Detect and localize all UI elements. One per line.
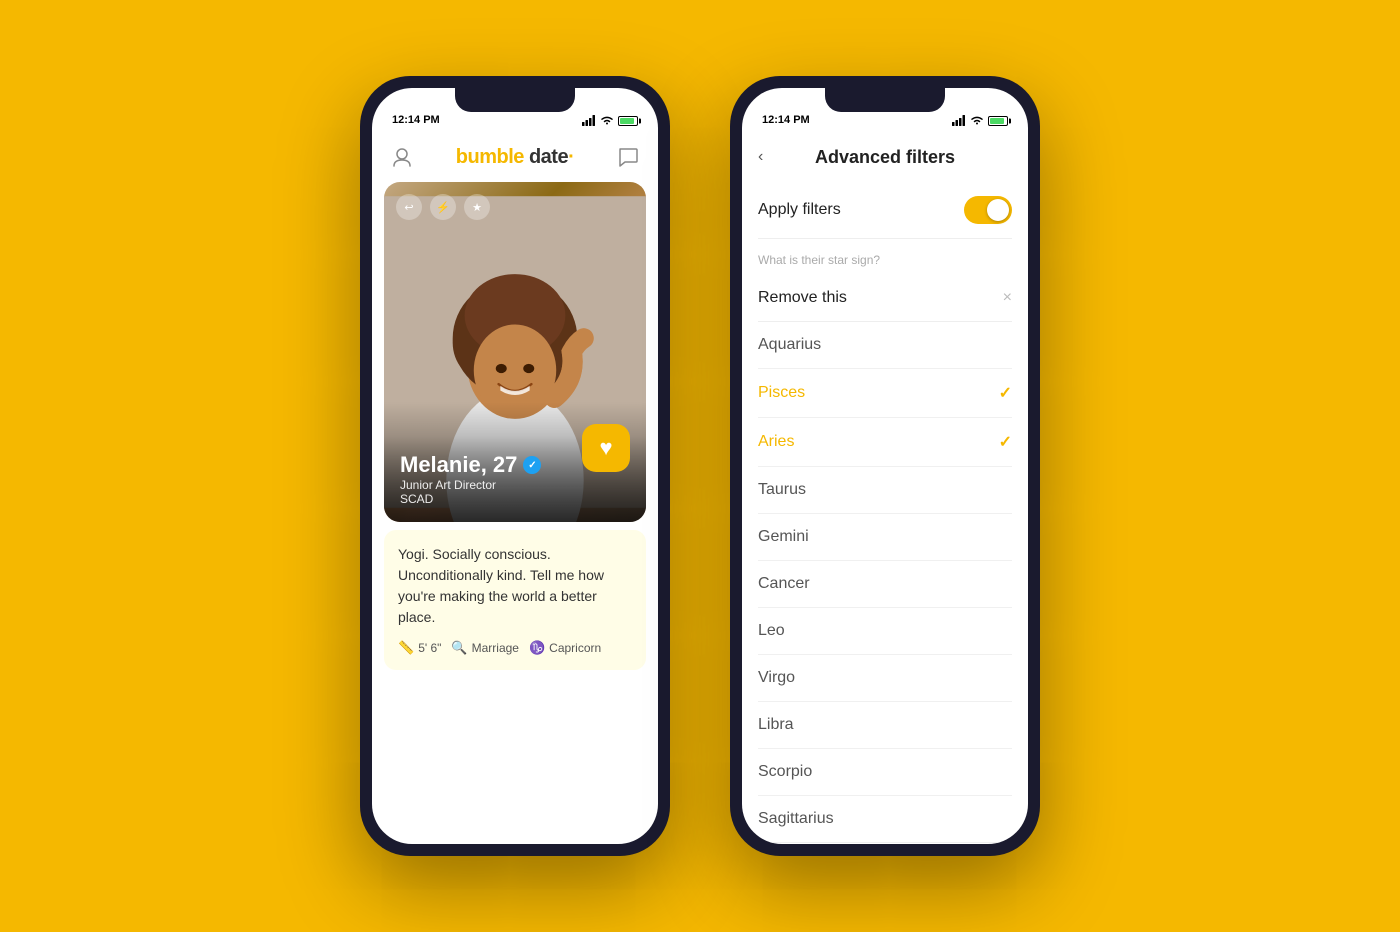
status-icons-left [582,115,638,126]
right-phone: 12:14 PM [730,76,1040,856]
verified-badge: ✓ [523,456,541,474]
wifi-icon [600,115,614,126]
wifi-icon-right [970,115,984,126]
clear-icon[interactable]: × [1003,289,1012,307]
user-icon [391,146,413,168]
bumble-logo: bumble date· [456,146,574,169]
signal-icon-right [952,115,966,126]
filter-header: ‹ Advanced filters [742,132,1028,182]
profile-job: Junior Art Director [400,478,630,492]
pisces-check-icon: ✓ [999,383,1012,403]
leo-label: Leo [758,622,785,640]
aquarius-label: Aquarius [758,336,821,354]
profile-icon[interactable] [388,143,416,171]
apply-filters-row[interactable]: Apply filters [758,182,1012,239]
taurus-label: Taurus [758,481,806,499]
time-left: 12:14 PM [392,114,440,126]
filter-title: Advanced filters [815,147,955,168]
list-item-virgo[interactable]: Virgo [758,655,1012,702]
filter-app: ‹ Advanced filters Apply filters What is… [742,132,1028,844]
list-item-pisces[interactable]: Pisces ✓ [758,369,1012,418]
battery-icon-left [618,116,638,126]
profile-school: SCAD [400,492,630,506]
apply-filters-toggle[interactable] [964,196,1012,224]
aries-label: Aries [758,433,794,451]
cancer-label: Cancer [758,575,810,593]
left-phone: 12:14 PM [360,76,670,856]
list-item-libra[interactable]: Libra [758,702,1012,749]
gemini-label: Gemini [758,528,809,546]
list-item-sagittarius[interactable]: Sagittarius [758,796,1012,843]
rewind-icon-btn[interactable]: ↩ [396,194,422,220]
list-item-aries[interactable]: Aries ✓ [758,418,1012,467]
intent-tag: 🔍 Marriage [451,640,519,656]
boost-icon-btn[interactable]: ⚡ [430,194,456,220]
apply-filters-label: Apply filters [758,201,841,219]
superswipe-icon-btn[interactable]: ★ [464,194,490,220]
status-icons-right [952,115,1008,126]
height-tag: 📏 5' 6" [398,640,441,656]
time-right: 12:14 PM [762,114,810,126]
pisces-label: Pisces [758,384,805,402]
list-item-cancer[interactable]: Cancer [758,561,1012,608]
list-item-gemini[interactable]: Gemini [758,514,1012,561]
profile-tags: 📏 5' 6" 🔍 Marriage ♑ Capricorn [398,640,632,656]
battery-icon-right [988,116,1008,126]
message-icon-btn[interactable] [614,143,642,171]
profile-app: bumble date· [372,132,658,844]
virgo-label: Virgo [758,669,795,687]
scorpio-label: Scorpio [758,763,812,781]
zodiac-tag: ♑ Capricorn [529,640,601,656]
sagittarius-label: Sagittarius [758,810,834,828]
chat-icon [617,146,639,168]
zodiac-icon: ♑ [529,640,545,656]
remove-this-item[interactable]: Remove this × [758,275,1012,322]
height-icon: 📏 [398,640,414,656]
profile-card[interactable]: ↩ ⚡ ★ Melanie, 27 ✓ Junior Art Director … [384,182,646,522]
aries-check-icon: ✓ [999,432,1012,452]
list-item-leo[interactable]: Leo [758,608,1012,655]
filter-content[interactable]: Apply filters What is their star sign? R… [742,182,1028,844]
bio-text: Yogi. Socially conscious. Unconditionall… [398,544,632,628]
profile-bio-section: Yogi. Socially conscious. Unconditionall… [384,530,646,670]
back-button[interactable]: ‹ [758,148,763,166]
photo-action-icons: ↩ ⚡ ★ [396,194,490,220]
list-item-taurus[interactable]: Taurus [758,467,1012,514]
toggle-knob [987,199,1009,221]
star-sign-list: Aquarius Pisces ✓ Aries ✓ Taurus Gemini [758,322,1012,843]
list-item-scorpio[interactable]: Scorpio [758,749,1012,796]
libra-label: Libra [758,716,794,734]
signal-icon [582,115,596,126]
phone-notch-right [825,88,945,112]
remove-this-text: Remove this [758,289,847,307]
like-button[interactable]: ♥ [582,424,630,472]
star-sign-section-label: What is their star sign? [758,239,1012,275]
app-header: bumble date· [372,132,658,182]
list-item-aquarius[interactable]: Aquarius [758,322,1012,369]
phone-notch [455,88,575,112]
heart-search-icon: 🔍 [451,640,467,656]
